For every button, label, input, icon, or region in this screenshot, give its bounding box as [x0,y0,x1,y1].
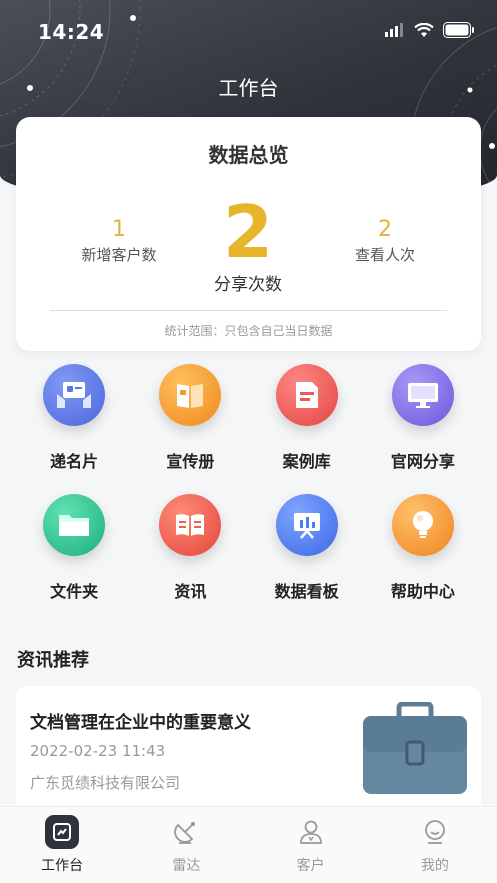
tab-workbench[interactable]: 工作台 [0,807,124,883]
stat-new-customers[interactable]: 1 新增客户数 [70,217,168,265]
overview-title: 数据总览 [208,143,289,167]
menu-item-business-card[interactable]: 递名片 [16,364,132,472]
status-time: 14:24 [38,20,105,44]
stats-scope-note: 统计范围：只包含自己当日数据 [164,324,333,338]
menu-label: 案例库 [282,452,331,471]
status-icons [385,22,475,38]
tab-customer[interactable]: 客户 [249,807,373,883]
signal-icon [385,23,403,37]
news-section-title: 资讯推荐 [17,650,89,671]
tab-label: 工作台 [41,858,84,874]
menu-label: 宣传册 [166,452,215,471]
tab-label: 客户 [296,858,325,874]
stat-label: 新增客户数 [81,246,157,264]
dashboard-icon [275,494,338,556]
menu-label: 数据看板 [274,582,339,601]
stat-value: 1 [112,217,126,242]
menu-item-folder[interactable]: 文件夹 [16,494,132,602]
tab-radar[interactable]: 雷达 [124,807,248,883]
divider [50,310,447,311]
data-overview-card: 数据总览 1 新增客户数 2 分享次数 2 查看人次 统计范围：只包含自己当日数… [16,117,481,351]
menu-item-brochure[interactable]: 宣传册 [132,364,248,472]
profile-icon [418,815,452,849]
news-icon [159,494,222,556]
brochure-icon [159,364,222,426]
stat-value: 2 [378,217,392,242]
menu-item-dashboard[interactable]: 数据看板 [249,494,365,602]
news-card[interactable]: 文档管理在企业中的重要意义 2022-02-23 11:43 广东觅绩科技有限公… [16,686,481,816]
stat-label: 查看人次 [354,246,415,264]
page-title: 工作台 [218,76,279,100]
menu-label: 帮助中心 [390,582,455,601]
wifi-icon [414,22,434,37]
menu-label: 资讯 [174,582,207,601]
stat-shares[interactable]: 2 分享次数 [198,194,298,295]
menu-item-case-library[interactable]: 案例库 [249,364,365,472]
website-share-icon [391,364,454,426]
folder-icon [43,494,106,556]
briefcase-icon [361,701,469,802]
tab-label: 雷达 [172,858,201,874]
news-title: 文档管理在企业中的重要意义 [30,713,251,733]
menu-label: 递名片 [50,452,99,471]
menu-item-news[interactable]: 资讯 [132,494,248,602]
stat-views[interactable]: 2 查看人次 [336,217,434,265]
tab-label: 我的 [420,858,449,874]
stat-label: 分享次数 [214,275,282,295]
stat-value: 2 [222,190,274,274]
radar-icon [169,815,203,849]
workbench-icon [45,815,80,849]
bottom-tab-bar: 工作台 雷达 客户 我的 [0,806,497,883]
help-center-icon [391,494,454,556]
menu-label: 文件夹 [50,582,99,601]
battery-icon [443,22,474,38]
menu-item-website-share[interactable]: 官网分享 [365,364,481,472]
tab-profile[interactable]: 我的 [373,807,497,883]
customer-icon [294,815,328,849]
case-library-icon [275,364,338,426]
business-card-icon [43,364,106,426]
menu-item-help-center[interactable]: 帮助中心 [365,494,481,602]
function-menu: 递名片 宣传册 案例库 官网分享 文件夹 资讯 数据看板 帮助中心 [16,364,481,602]
menu-label: 官网分享 [390,452,455,471]
news-date: 2022-02-23 11:43 [30,742,166,760]
news-source: 广东觅绩科技有限公司 [30,774,181,792]
status-bar: 14:24 [0,0,497,62]
